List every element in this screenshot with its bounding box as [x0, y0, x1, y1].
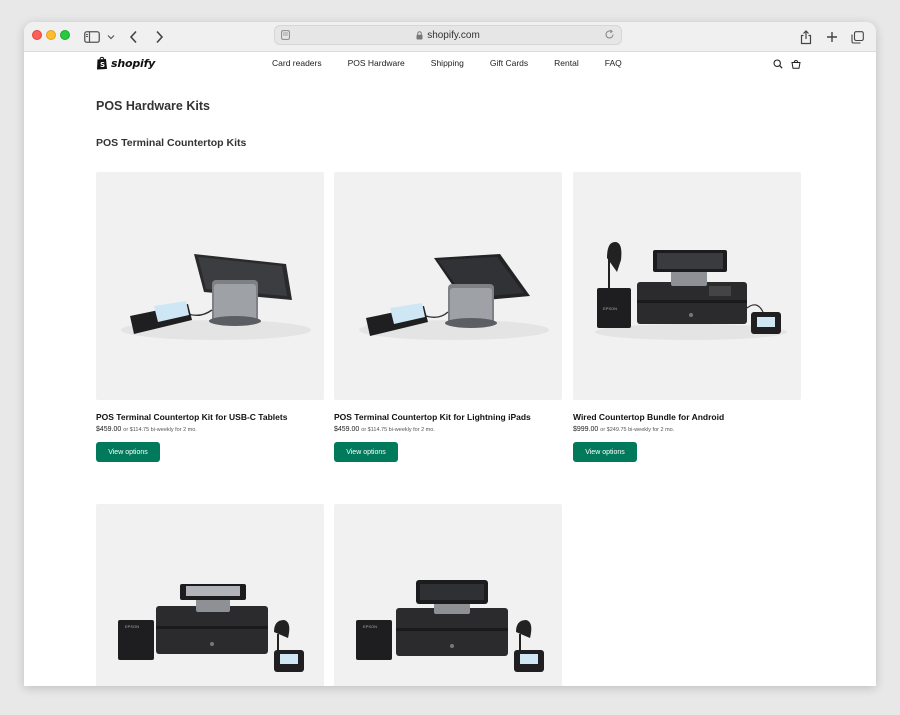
- lock-icon: [416, 30, 423, 40]
- price-value: $459.00: [334, 426, 360, 433]
- svg-text:S: S: [100, 61, 105, 69]
- reload-icon[interactable]: [604, 29, 615, 43]
- reader-icon[interactable]: [281, 30, 290, 43]
- product-card[interactable]: EPSON Wired Countertop Bundle for Androi…: [573, 172, 801, 462]
- tab-overview-icon[interactable]: [851, 27, 864, 47]
- product-title[interactable]: POS Terminal Countertop Kit for Lightnin…: [334, 412, 562, 422]
- nav-faq[interactable]: FAQ: [605, 58, 622, 68]
- nav-gift-cards[interactable]: Gift Cards: [490, 58, 528, 68]
- main-navigation: Card readers POS Hardware Shipping Gift …: [272, 56, 648, 70]
- price-value: $459.00: [96, 426, 122, 433]
- financing-text: or $249.75 bi-weekly for 2 mo.: [600, 427, 675, 433]
- printer-label: EPSON: [363, 624, 377, 629]
- product-image[interactable]: [96, 172, 324, 400]
- back-icon[interactable]: [129, 27, 139, 47]
- product-image[interactable]: EPSON: [334, 504, 562, 686]
- view-options-button[interactable]: View options: [334, 442, 398, 462]
- shopify-logo[interactable]: S shopify: [96, 56, 155, 70]
- close-window-button[interactable]: [32, 30, 42, 40]
- financing-text: or $114.75 bi-weekly for 2 mo.: [361, 427, 435, 433]
- search-icon[interactable]: [773, 56, 783, 74]
- browser-toolbar: shopify.com: [24, 22, 876, 52]
- logo-text: shopify: [111, 56, 156, 70]
- product-image[interactable]: EPSON: [573, 172, 801, 400]
- nav-rental[interactable]: Rental: [554, 58, 579, 68]
- section-title: POS Terminal Countertop Kits: [96, 137, 247, 149]
- sidebar-toggle-icon[interactable]: [84, 27, 100, 47]
- nav-card-readers[interactable]: Card readers: [272, 58, 322, 68]
- printer-label: EPSON: [125, 624, 139, 629]
- nav-shipping[interactable]: Shipping: [431, 58, 464, 68]
- product-card[interactable]: POS Terminal Countertop Kit for USB-C Ta…: [96, 172, 324, 462]
- share-icon[interactable]: [800, 27, 812, 47]
- product-price: $459.00 or $114.75 bi-weekly for 2 mo.: [334, 426, 562, 433]
- nav-pos-hardware[interactable]: POS Hardware: [348, 58, 405, 68]
- browser-window: shopify.com S shopify Card readers POS H…: [24, 22, 876, 686]
- zoom-window-button[interactable]: [60, 30, 70, 40]
- printer-label: EPSON: [603, 306, 617, 311]
- view-options-button[interactable]: View options: [96, 442, 160, 462]
- url-text: shopify.com: [427, 29, 480, 41]
- minimize-window-button[interactable]: [46, 30, 56, 40]
- financing-text: or $114.75 bi-weekly for 2 mo.: [123, 427, 197, 433]
- web-page: S shopify Card readers POS Hardware Ship…: [24, 52, 876, 686]
- bag-icon[interactable]: [791, 56, 801, 74]
- product-card[interactable]: EPSON: [334, 504, 562, 686]
- product-title[interactable]: Wired Countertop Bundle for Android: [573, 412, 801, 422]
- chevron-down-icon[interactable]: [107, 27, 115, 47]
- product-image[interactable]: EPSON: [96, 504, 324, 686]
- header-actions: [773, 56, 801, 74]
- product-card[interactable]: EPSON: [96, 504, 324, 686]
- product-card[interactable]: POS Terminal Countertop Kit for Lightnin…: [334, 172, 562, 462]
- forward-icon[interactable]: [154, 27, 164, 47]
- product-price: $459.00 or $114.75 bi-weekly for 2 mo.: [96, 426, 324, 433]
- view-options-button[interactable]: View options: [573, 442, 637, 462]
- product-title[interactable]: POS Terminal Countertop Kit for USB-C Ta…: [96, 412, 324, 422]
- shopify-bag-icon: S: [97, 56, 107, 70]
- address-bar[interactable]: shopify.com: [274, 25, 622, 45]
- page-title: POS Hardware Kits: [96, 99, 210, 113]
- price-value: $999.00: [573, 426, 599, 433]
- product-image[interactable]: [334, 172, 562, 400]
- product-price: $999.00 or $249.75 bi-weekly for 2 mo.: [573, 426, 801, 433]
- new-tab-icon[interactable]: [826, 27, 838, 47]
